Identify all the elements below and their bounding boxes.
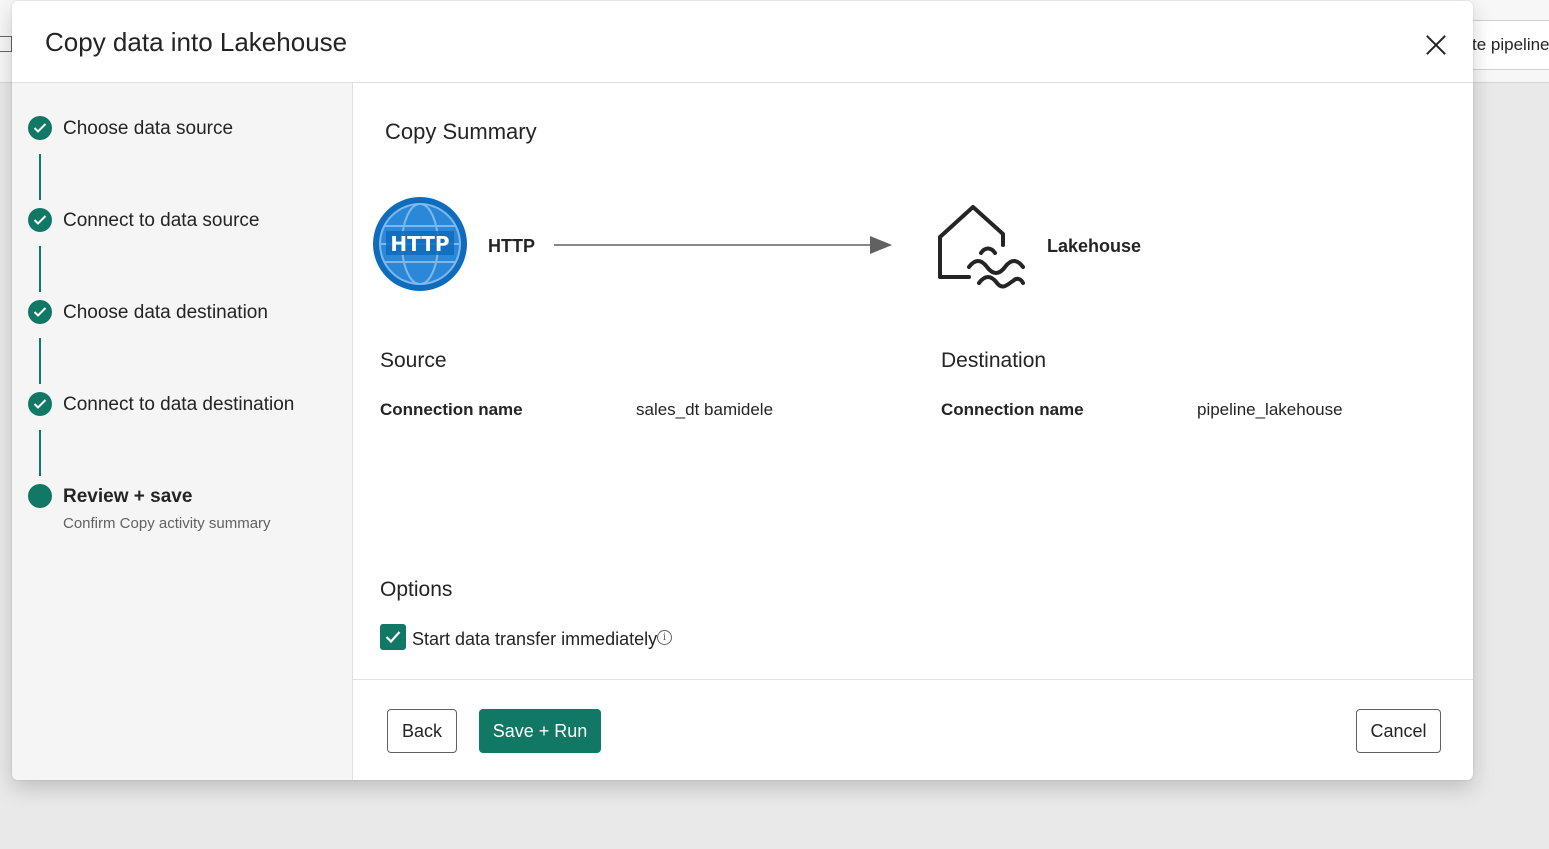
step-label: Choose data destination bbox=[63, 302, 268, 323]
options-heading: Options bbox=[380, 578, 453, 601]
copy-summary-heading: Copy Summary bbox=[385, 119, 537, 144]
http-icon-text: HTTP bbox=[390, 232, 449, 256]
destination-connection-value: pipeline_lakehouse bbox=[1197, 400, 1343, 419]
destination-type-label: Lakehouse bbox=[1047, 236, 1142, 256]
background-tab-label: te pipeline bbox=[1472, 35, 1549, 54]
main-content: Copy Summary HTTP HTTP Lakehouse Source … bbox=[353, 83, 1473, 780]
app-view-icon bbox=[0, 36, 12, 52]
lakehouse-icon bbox=[935, 203, 1025, 289]
step-sublabel: Confirm Copy activity summary bbox=[63, 515, 271, 532]
info-icon[interactable]: i bbox=[657, 630, 672, 645]
step-connector bbox=[39, 430, 41, 476]
http-globe-icon: HTTP bbox=[372, 196, 468, 292]
close-icon[interactable] bbox=[1422, 31, 1450, 59]
destination-heading: Destination bbox=[941, 349, 1047, 372]
step-label: Connect to data destination bbox=[63, 394, 295, 415]
copy-data-dialog: Copy data into Lakehouse Choose data sou… bbox=[12, 1, 1473, 780]
step-connector bbox=[39, 154, 41, 200]
step-label: Connect to data source bbox=[63, 210, 260, 231]
step-label: Review + save bbox=[63, 486, 193, 507]
check-circle-icon bbox=[28, 392, 52, 416]
source-type-label: HTTP bbox=[488, 236, 535, 256]
destination-connection-key: Connection name bbox=[941, 400, 1084, 419]
step-connector bbox=[39, 246, 41, 292]
cancel-button[interactable]: Cancel bbox=[1356, 709, 1441, 753]
dialog-title: Copy data into Lakehouse bbox=[45, 27, 348, 57]
source-heading: Source bbox=[380, 349, 447, 372]
start-transfer-label[interactable]: Start data transfer immediately bbox=[412, 629, 657, 650]
source-connection-value: sales_dt bamidele bbox=[636, 400, 774, 419]
step-connector bbox=[39, 338, 41, 384]
stepper-sidebar: Choose data source Connect to data sourc… bbox=[12, 83, 353, 780]
back-button[interactable]: Back bbox=[387, 709, 457, 753]
check-circle-icon bbox=[28, 208, 52, 232]
flow-arrow-icon bbox=[554, 235, 894, 255]
dialog-header: Copy data into Lakehouse bbox=[12, 1, 1473, 83]
start-transfer-checkbox[interactable] bbox=[380, 624, 406, 650]
check-circle-icon bbox=[28, 300, 52, 324]
check-circle-icon bbox=[28, 116, 52, 140]
source-connection-key: Connection name bbox=[380, 400, 523, 419]
step-label: Choose data source bbox=[63, 118, 234, 139]
footer-divider bbox=[353, 679, 1473, 680]
save-run-button[interactable]: Save + Run bbox=[479, 709, 601, 753]
current-step-dot-icon bbox=[28, 484, 52, 508]
